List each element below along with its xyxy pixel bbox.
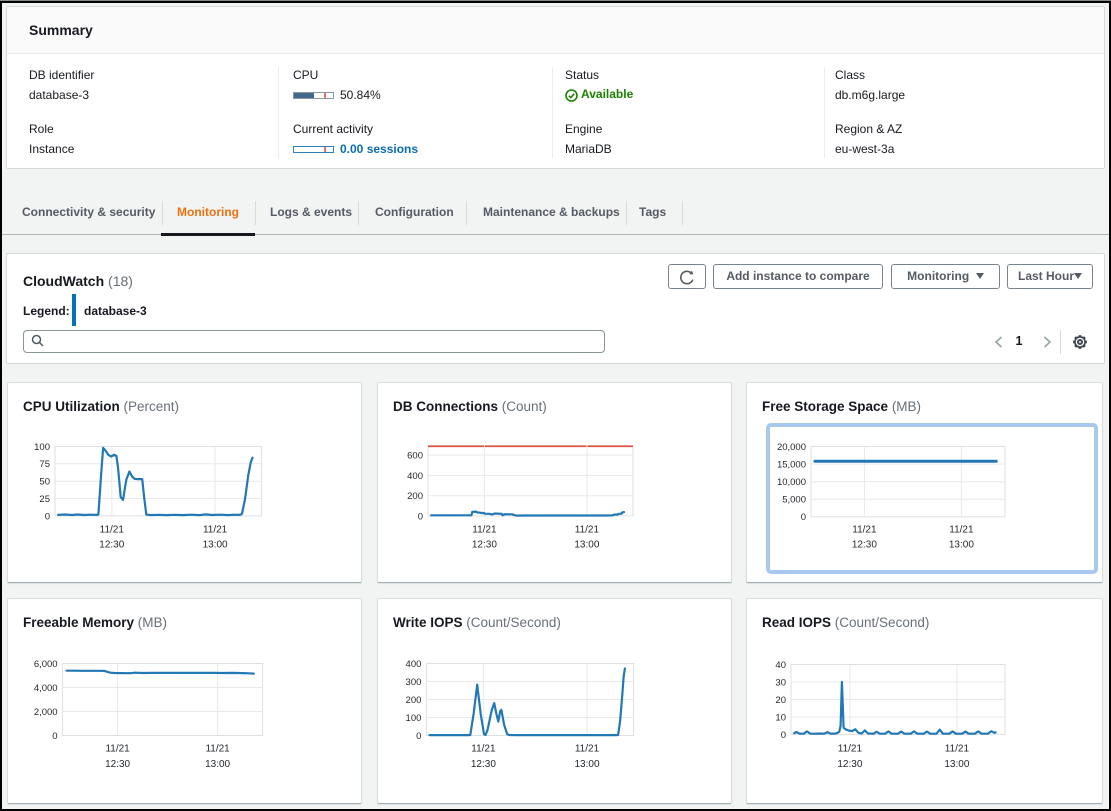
- svg-text:50: 50: [39, 476, 50, 487]
- svg-text:200: 200: [406, 695, 422, 706]
- svg-text:0: 0: [418, 511, 423, 522]
- svg-text:0: 0: [801, 512, 806, 523]
- svg-text:10: 10: [775, 713, 786, 724]
- svg-text:0: 0: [416, 731, 421, 742]
- svg-text:13:00: 13:00: [574, 759, 599, 770]
- svg-text:11/21: 11/21: [852, 524, 877, 535]
- svg-text:11/21: 11/21: [472, 524, 497, 535]
- svg-text:0: 0: [781, 730, 786, 741]
- svg-text:300: 300: [406, 677, 422, 688]
- svg-text:11/21: 11/21: [575, 524, 600, 535]
- svg-text:12:30: 12:30: [852, 539, 877, 550]
- svg-text:15,000: 15,000: [777, 459, 806, 470]
- svg-text:100: 100: [406, 713, 422, 724]
- svg-text:11/21: 11/21: [471, 744, 496, 755]
- svg-text:11/21: 11/21: [203, 524, 228, 535]
- svg-text:11/21: 11/21: [205, 744, 230, 755]
- svg-text:400: 400: [406, 659, 422, 670]
- svg-text:2,000: 2,000: [34, 707, 58, 718]
- svg-text:5,000: 5,000: [782, 494, 806, 505]
- svg-text:6,000: 6,000: [34, 659, 58, 670]
- svg-text:11/21: 11/21: [100, 524, 125, 535]
- svg-text:10,000: 10,000: [777, 477, 806, 488]
- svg-text:11/21: 11/21: [838, 744, 863, 755]
- svg-text:12:30: 12:30: [471, 759, 496, 770]
- svg-text:30: 30: [775, 677, 786, 688]
- svg-text:13:00: 13:00: [203, 539, 228, 550]
- svg-text:20: 20: [775, 695, 786, 706]
- svg-text:20,000: 20,000: [777, 441, 806, 452]
- svg-text:13:00: 13:00: [574, 539, 599, 550]
- svg-text:0: 0: [45, 511, 50, 522]
- svg-text:75: 75: [39, 459, 50, 470]
- svg-text:13:00: 13:00: [949, 539, 974, 550]
- svg-text:400: 400: [407, 470, 423, 481]
- svg-text:0: 0: [52, 731, 57, 742]
- svg-text:11/21: 11/21: [949, 524, 974, 535]
- svg-text:11/21: 11/21: [575, 744, 600, 755]
- svg-text:13:00: 13:00: [944, 759, 969, 770]
- svg-text:11/21: 11/21: [945, 744, 970, 755]
- svg-text:4,000: 4,000: [34, 683, 58, 694]
- svg-text:100: 100: [34, 441, 50, 452]
- svg-text:25: 25: [39, 494, 50, 505]
- svg-text:13:00: 13:00: [205, 759, 230, 770]
- svg-text:12:30: 12:30: [99, 539, 124, 550]
- svg-text:12:30: 12:30: [105, 759, 130, 770]
- svg-text:600: 600: [407, 450, 423, 461]
- svg-text:40: 40: [775, 660, 786, 671]
- svg-text:200: 200: [407, 491, 423, 502]
- svg-text:12:30: 12:30: [837, 759, 862, 770]
- svg-text:12:30: 12:30: [472, 539, 497, 550]
- svg-text:11/21: 11/21: [105, 744, 130, 755]
